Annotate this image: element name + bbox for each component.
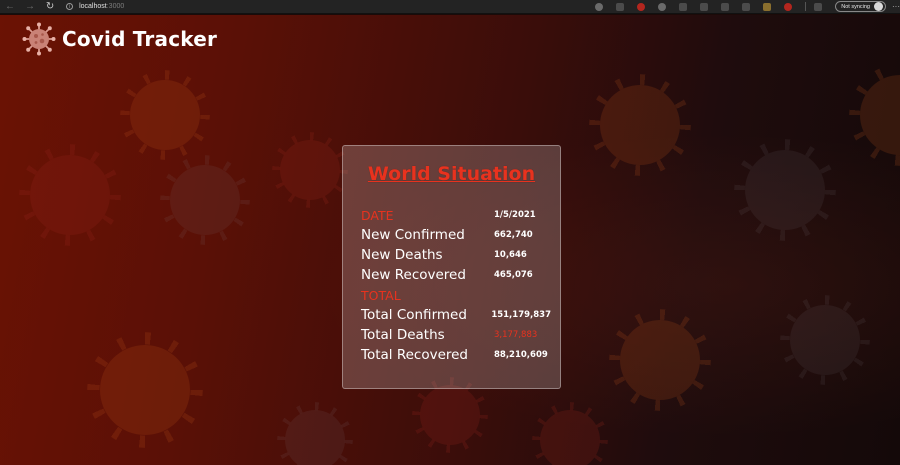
world-situation-card: World Situation DATE 1/5/2021 New Confir… [342, 145, 561, 389]
site-info-icon[interactable]: i [66, 3, 74, 10]
stat-row-total-confirmed: Total Confirmed 151,179,837 [361, 306, 551, 324]
virus-bg-icon [620, 320, 700, 400]
avatar [874, 2, 883, 11]
browser-toolbar: ← → ↻ i localhost:3000 Not syncing ··· [0, 0, 900, 14]
new-recovered-value: 465,076 [494, 270, 533, 280]
total-confirmed-value: 151,179,837 [491, 310, 551, 320]
stat-row-new-recovered: New Recovered 465,076 [361, 266, 551, 284]
virus-icon [22, 22, 56, 56]
date-heading: DATE [361, 207, 394, 223]
extension-icon[interactable] [700, 2, 709, 11]
stat-row-total-recovered: Total Recovered 88,210,609 [361, 346, 551, 364]
virus-bg-icon [860, 75, 900, 155]
toolbar-divider [805, 2, 807, 11]
new-deaths-label: New Deaths [361, 247, 443, 263]
total-recovered-value: 88,210,609 [494, 350, 548, 360]
virus-bg-icon [745, 150, 825, 230]
page-background: Covid Tracker World Situation DATE 1/5/2… [0, 15, 900, 465]
stat-row-date: DATE 1/5/2021 [361, 206, 551, 224]
virus-bg-icon [420, 385, 480, 445]
extension-icon[interactable] [763, 2, 772, 11]
virus-bg-icon [30, 155, 110, 235]
extension-icon[interactable] [616, 2, 625, 11]
total-confirmed-label: Total Confirmed [361, 307, 467, 323]
app-logo[interactable]: Covid Tracker [22, 22, 217, 56]
total-heading: TOTAL [361, 287, 401, 303]
total-deaths-label: Total Deaths [361, 327, 445, 343]
address-port: :3000 [106, 3, 125, 10]
more-menu-icon[interactable]: ··· [892, 2, 900, 11]
extension-icons: Not syncing ··· [595, 1, 900, 12]
virus-bg-icon [540, 410, 600, 465]
total-recovered-label: Total Recovered [361, 347, 469, 363]
extension-icon[interactable] [595, 2, 604, 11]
new-confirmed-value: 662,740 [494, 230, 533, 240]
stat-row-new-deaths: New Deaths 10,646 [361, 246, 551, 264]
extension-icon[interactable] [784, 2, 793, 11]
virus-bg-icon [285, 410, 345, 465]
app-title: Covid Tracker [62, 27, 218, 51]
back-arrow-icon[interactable]: ← [4, 0, 16, 14]
virus-bg-icon [600, 85, 680, 165]
profile-label: Not syncing [841, 3, 870, 10]
profile-button[interactable]: Not syncing [835, 1, 886, 12]
virus-bg-icon [100, 345, 190, 435]
stat-row-total-deaths: Total Deaths 3,177,883 [361, 326, 551, 344]
virus-bg-icon [280, 140, 340, 200]
virus-bg-icon [130, 80, 200, 150]
extension-icon[interactable] [721, 2, 730, 11]
date-value: 1/5/2021 [494, 210, 536, 220]
card-title: World Situation [367, 163, 536, 185]
address-bar[interactable]: i localhost:3000 [66, 1, 530, 12]
extension-icon[interactable] [742, 2, 751, 11]
virus-bg-icon [170, 165, 240, 235]
extension-icon[interactable] [637, 2, 646, 11]
new-deaths-value: 10,646 [494, 250, 527, 260]
stat-row-total: TOTAL [361, 286, 551, 304]
extension-icon[interactable] [658, 2, 667, 11]
collections-icon[interactable] [814, 2, 823, 11]
new-recovered-label: New Recovered [361, 267, 466, 283]
address-host: localhost [79, 3, 107, 10]
stat-row-new-confirmed: New Confirmed 662,740 [361, 226, 551, 244]
refresh-icon[interactable]: ↻ [44, 0, 56, 14]
total-deaths-value: 3,177,883 [494, 330, 538, 340]
extension-icon[interactable] [679, 2, 688, 11]
new-confirmed-label: New Confirmed [361, 227, 465, 243]
virus-bg-icon [790, 305, 860, 375]
forward-arrow-icon[interactable]: → [24, 0, 36, 14]
